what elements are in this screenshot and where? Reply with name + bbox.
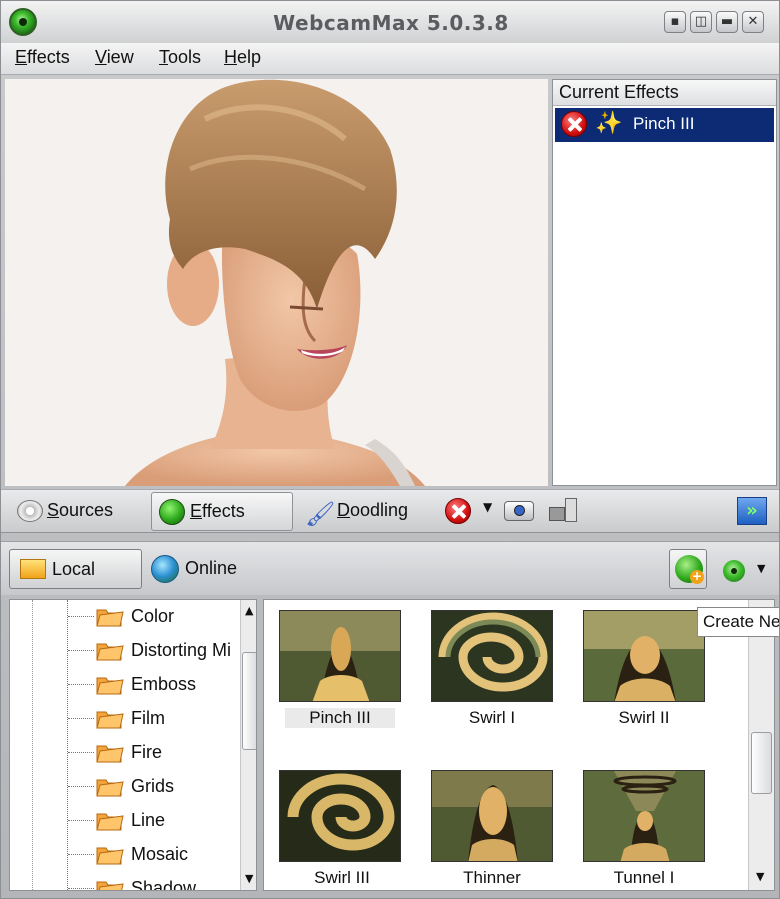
local-folder-icon	[20, 559, 46, 579]
create-new-tooltip: Create Ne	[697, 607, 779, 637]
folder-icon	[96, 745, 124, 763]
scroll-down-icon[interactable]: ▼	[245, 872, 253, 885]
effect-label: Pinch III	[285, 708, 395, 728]
tree-item-line[interactable]: Line	[10, 804, 240, 838]
tree-item-label: Grids	[131, 776, 175, 796]
gallery-scrollbar[interactable]: ▼	[748, 600, 774, 890]
menu-effects[interactable]: Effects	[15, 47, 70, 68]
tree-item-label: Fire	[131, 742, 162, 762]
globe-effects-icon	[159, 499, 185, 525]
effect-label: Swirl I	[468, 708, 516, 727]
current-effect-item[interactable]: ✨ Pinch III	[555, 108, 774, 142]
gallery-scroll-thumb[interactable]	[751, 732, 772, 794]
dropdown-arrow-icon[interactable]: ▼	[483, 500, 492, 514]
record-video-icon[interactable]	[549, 498, 577, 524]
sources-label: Sources	[47, 500, 114, 520]
tree-item-film[interactable]: Film	[10, 702, 240, 736]
tree-item-fire[interactable]: Fire	[10, 736, 240, 770]
app-window: WebcamMax 5.0.3.8 ▪ ◫ ▬ ✕ Effects View T…	[0, 0, 780, 899]
tree-item-emboss[interactable]: Emboss	[10, 668, 240, 702]
webcam-options-icon[interactable]	[721, 554, 749, 582]
expand-panel-icon[interactable]: »	[737, 497, 767, 525]
video-preview	[5, 79, 548, 486]
effect-label: Tunnel I	[613, 868, 675, 887]
scroll-down-icon[interactable]: ▼	[756, 870, 764, 883]
effect-thumb-swirl-iii[interactable]	[279, 770, 401, 862]
current-effect-name: Pinch III	[633, 114, 695, 133]
snapshot-camera-icon[interactable]	[504, 501, 534, 521]
folder-icon	[96, 881, 124, 890]
tree-item-label: Distorting Mi	[131, 640, 232, 660]
folder-icon	[96, 813, 124, 831]
tree-item-distorting-mirror[interactable]: Distorting Mi	[10, 634, 240, 668]
folder-icon	[96, 643, 124, 661]
effect-label: Swirl II	[618, 708, 670, 727]
effects-tab[interactable]: Effects	[151, 492, 293, 531]
magic-wand-icon: ✨	[595, 111, 623, 136]
paint-brush-icon: 🖌	[305, 501, 336, 528]
current-effects-header: Current Effects	[553, 80, 776, 106]
title-bar: WebcamMax 5.0.3.8 ▪ ◫ ▬ ✕	[1, 1, 779, 43]
local-label: Local	[52, 559, 96, 579]
effect-thumb-swirl-i[interactable]	[431, 610, 553, 702]
tree-item-shadow[interactable]: Shadow	[10, 872, 240, 891]
tree-item-mosaic[interactable]: Mosaic	[10, 838, 240, 872]
tree-item-grids[interactable]: Grids	[10, 770, 240, 804]
close-icon[interactable]: ✕	[742, 11, 764, 33]
folder-icon	[96, 779, 124, 797]
effect-thumb-swirl-ii[interactable]	[583, 610, 705, 702]
main-toolbar: Sources Effects 🖌 Doodling ▼ »	[1, 489, 779, 533]
library-toolbar: Local Online + ▼	[1, 541, 779, 595]
effect-label: Swirl III	[314, 868, 370, 887]
minimize-icon[interactable]: ▬	[716, 11, 738, 33]
options-dropdown-icon[interactable]: ▼	[757, 562, 765, 575]
doodling-label: Doodling	[337, 500, 409, 520]
doodling-tab[interactable]: 🖌 Doodling	[299, 492, 429, 531]
remove-effect-icon[interactable]	[561, 111, 587, 137]
menu-bar: Effects View Tools Help	[1, 43, 779, 75]
compact-mode-icon[interactable]: ◫	[690, 11, 712, 33]
menu-help[interactable]: Help	[224, 47, 261, 68]
tree-item-label: Mosaic	[131, 844, 189, 864]
local-button[interactable]: Local	[9, 549, 142, 589]
menu-view[interactable]: View	[95, 47, 134, 68]
tree-item-label: Line	[131, 810, 166, 830]
tree-scrollbar[interactable]: ▲ ▼	[240, 600, 256, 890]
menu-tools[interactable]: Tools	[159, 47, 201, 68]
minimize-to-tray-icon[interactable]: ▪	[664, 11, 686, 33]
folder-icon	[96, 609, 124, 627]
effect-thumb-tunnel-i[interactable]	[583, 770, 705, 862]
effect-thumb-thinner[interactable]	[431, 770, 553, 862]
category-tree: Color Distorting Mi Emboss Film Fire Gri…	[9, 599, 257, 891]
folder-icon	[96, 677, 124, 695]
clear-effects-icon[interactable]	[445, 498, 471, 524]
tree-item-label: Emboss	[131, 674, 197, 694]
tree-item-label: Shadow	[131, 878, 197, 891]
tree-item-label: Film	[131, 708, 165, 728]
effect-label: Thinner	[463, 868, 521, 887]
tree-scroll-thumb[interactable]	[242, 652, 256, 750]
online-button[interactable]: Online	[151, 549, 237, 589]
sources-tab[interactable]: Sources	[9, 492, 139, 531]
globe-icon	[151, 555, 179, 583]
folder-icon	[96, 711, 124, 729]
effect-thumb-pinch-iii[interactable]	[279, 610, 401, 702]
tree-item-color[interactable]: Color	[10, 600, 240, 634]
current-effects-panel: Current Effects ✨ Pinch III	[552, 79, 777, 486]
folder-icon	[96, 847, 124, 865]
online-label: Online	[185, 558, 238, 578]
effect-gallery: Pinch III Swirl I Swirl II Swirl III Thi…	[263, 599, 775, 891]
create-new-button[interactable]: +	[669, 549, 707, 589]
tree-item-label: Color	[131, 606, 175, 626]
film-reel-icon	[17, 500, 43, 522]
scroll-up-icon[interactable]: ▲	[245, 604, 253, 617]
effects-label: Effects	[190, 501, 245, 521]
